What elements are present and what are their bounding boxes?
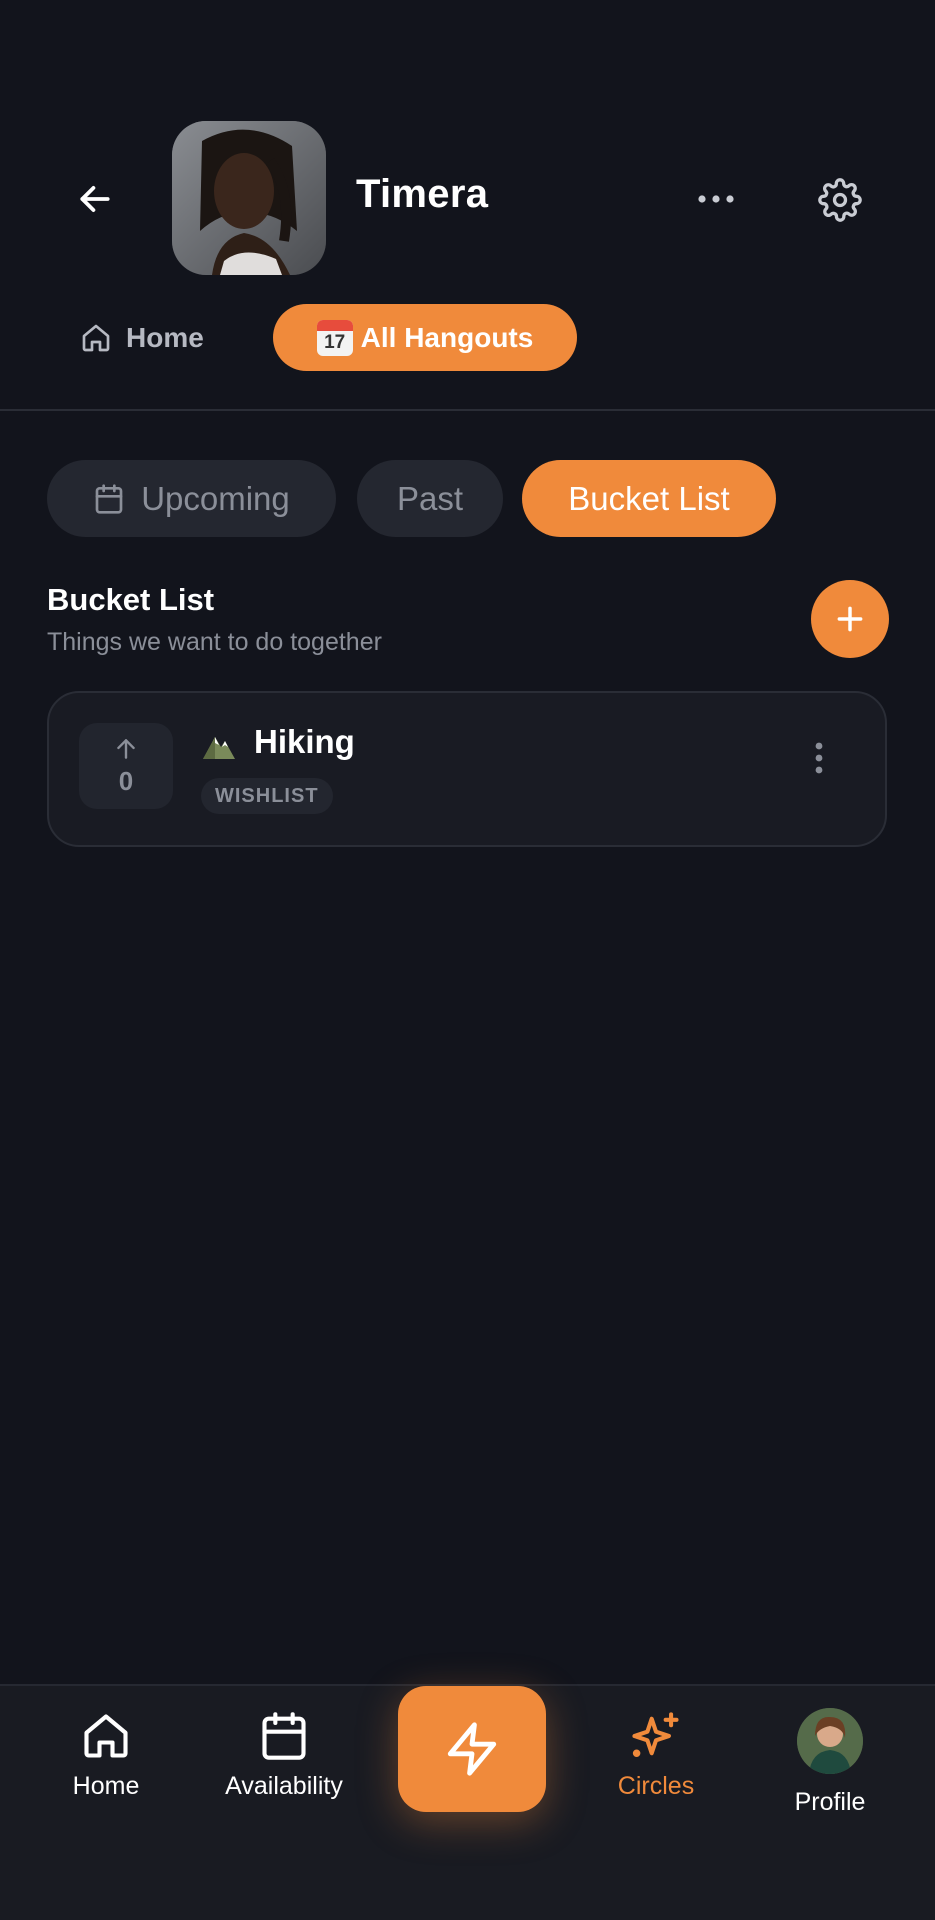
add-bucket-item-button[interactable] <box>811 580 889 658</box>
plus-icon <box>837 606 863 632</box>
group-avatar[interactable] <box>172 121 326 275</box>
arrow-up-icon <box>117 738 135 759</box>
calendar-emoji-day: 17 <box>324 331 346 353</box>
tab-all-hangouts[interactable]: 17 All Hangouts <box>273 304 577 371</box>
nav-profile-label: Profile <box>794 1788 866 1816</box>
more-options-button[interactable] <box>690 176 742 222</box>
gear-icon <box>818 178 862 222</box>
calendar-icon <box>262 1712 306 1760</box>
tab-home[interactable]: Home <box>80 305 204 371</box>
nav-circles-label: Circles <box>617 1772 695 1800</box>
lightning-icon <box>447 1722 497 1776</box>
nav-availability-label: Availability <box>225 1772 343 1800</box>
arrow-left-icon <box>80 186 110 212</box>
nav-profile[interactable]: Profile <box>780 1708 880 1817</box>
bucket-list-item-card[interactable]: 0 Hiking WISHLIST <box>47 691 887 847</box>
mountain-icon <box>201 729 237 766</box>
calendar-emoji-icon: 17 <box>316 319 353 356</box>
segment-bucket-list[interactable]: Bucket List <box>522 460 776 537</box>
group-title: Timera <box>356 172 489 216</box>
app-screen: Timera Home 17 All Hangouts Upcoming Pas… <box>0 0 935 1920</box>
tab-all-hangouts-label: All Hangouts <box>360 321 534 353</box>
back-button[interactable] <box>70 174 120 224</box>
segment-upcoming[interactable]: Upcoming <box>47 460 336 537</box>
tab-home-label: Home <box>126 322 204 353</box>
segment-bucket-list-label: Bucket List <box>568 479 730 517</box>
bottom-navigation: Home Availability Circles Profile <box>0 1684 935 1920</box>
header-divider <box>0 409 935 411</box>
more-vertical-icon <box>815 742 823 774</box>
settings-button[interactable] <box>814 174 866 226</box>
item-title: Hiking <box>254 723 355 760</box>
segment-past-label: Past <box>396 479 464 517</box>
portrait-image <box>172 121 326 275</box>
nav-home-label: Home <box>72 1772 140 1800</box>
status-badge: WISHLIST <box>201 778 333 814</box>
section-title: Bucket List <box>47 582 215 617</box>
more-horizontal-icon <box>698 195 734 203</box>
home-icon <box>82 324 110 352</box>
quick-action-button[interactable] <box>398 1686 546 1812</box>
section-subtitle: Things we want to do together <box>47 628 382 656</box>
calendar-icon <box>95 483 123 514</box>
nav-availability[interactable]: Availability <box>212 1710 356 1801</box>
nav-home[interactable]: Home <box>56 1710 156 1801</box>
segment-upcoming-label: Upcoming <box>141 479 290 517</box>
nav-circles[interactable]: Circles <box>600 1710 712 1801</box>
avatar <box>797 1708 863 1774</box>
sparkles-icon <box>632 1712 679 1758</box>
upvote-button[interactable]: 0 <box>79 723 173 809</box>
vote-count: 0 <box>118 765 134 796</box>
home-icon <box>84 1714 128 1758</box>
segment-past[interactable]: Past <box>357 460 503 537</box>
item-menu-button[interactable] <box>799 733 839 783</box>
